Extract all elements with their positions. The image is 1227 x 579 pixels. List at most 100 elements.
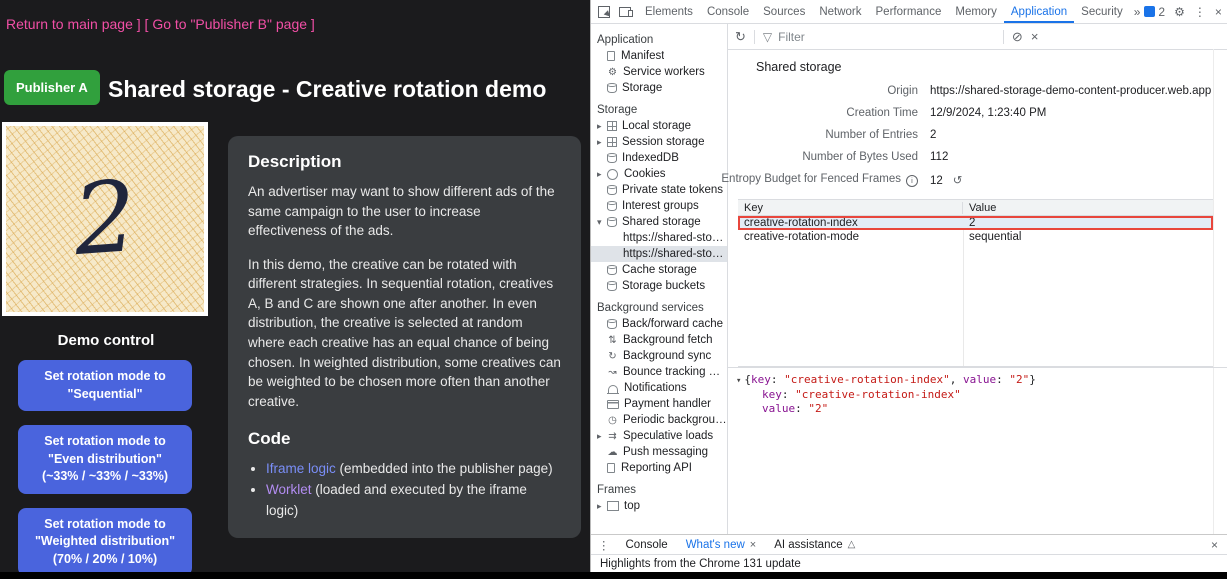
description-para-1: An advertiser may want to show different… [248, 182, 561, 241]
sidebar-item-speculative-loads[interactable]: ▸⇉Speculative loads [591, 428, 727, 444]
database-icon [607, 201, 617, 211]
close-tab-icon[interactable]: × [750, 539, 756, 551]
tab-performance[interactable]: Performance [869, 0, 949, 23]
set-weighted-distribution-button[interactable]: Set rotation mode to "Weighted distribut… [18, 508, 192, 573]
sidebar-item-private-state-tokens[interactable]: Private state tokens [591, 182, 727, 198]
sidebar-item-shared-storage-origin-2[interactable]: https://shared-storage… [591, 246, 727, 262]
database-icon [607, 185, 617, 195]
devtools-menu-kebab-icon[interactable]: ⋮ [1194, 5, 1206, 19]
more-tabs-icon[interactable]: » [1130, 5, 1145, 19]
chevron-collapsed-icon[interactable]: ▸ [597, 137, 607, 148]
top-navigation: Return to main page ] [ Go to "Publisher… [6, 16, 315, 32]
publisher-b-link[interactable]: Go to "Publisher B" page [152, 16, 307, 32]
funnel-icon: ▽ [763, 30, 772, 44]
delete-all-icon[interactable]: ⊘ [1012, 29, 1023, 45]
tab-application[interactable]: Application [1004, 0, 1074, 23]
creative-number: 2 [70, 168, 139, 270]
settings-gear-icon[interactable]: ⚙ [1174, 5, 1185, 19]
panel-title: Shared storage [728, 50, 1227, 76]
drawer-tab-ai-assistance[interactable]: AI assistance△ [765, 535, 864, 554]
inspect-element-icon[interactable] [598, 6, 610, 18]
issues-icon [1144, 6, 1155, 17]
chevron-collapsed-icon[interactable]: ▸ [597, 501, 607, 512]
chevron-collapsed-icon[interactable]: ▸ [597, 431, 607, 442]
sidebar-item-cache-storage[interactable]: Cache storage [591, 262, 727, 278]
tab-network[interactable]: Network [812, 0, 868, 23]
refresh-icon[interactable]: ↻ [735, 29, 746, 45]
column-header-key[interactable]: Key [738, 202, 963, 214]
tab-console[interactable]: Console [700, 0, 756, 23]
sidebar-item-storage-buckets[interactable]: Storage buckets [591, 278, 727, 294]
sidebar-item-push-messaging[interactable]: ☁Push messaging [591, 444, 727, 460]
sidebar-item-interest-groups[interactable]: Interest groups [591, 198, 727, 214]
storage-toolbar: ↻ ▽Filter ⊘ × [728, 24, 1227, 50]
device-toolbar-icon[interactable] [619, 7, 631, 17]
reset-budget-icon[interactable]: ↺ [953, 175, 963, 187]
ai-spark-icon: △ [848, 539, 856, 550]
chevron-collapsed-icon[interactable]: ▸ [597, 121, 607, 132]
preview-summary-line[interactable]: ▾{key: "creative-rotation-index", value:… [736, 373, 1219, 388]
sidebar-item-service-workers[interactable]: ⚙Service workers [591, 64, 727, 80]
tab-sources[interactable]: Sources [756, 0, 812, 23]
worklet-link[interactable]: Worklet [266, 482, 312, 497]
sidebar-item-frame-top[interactable]: ▸top [591, 498, 727, 514]
return-main-page-link[interactable]: Return to main page [6, 16, 133, 32]
chevron-expanded-icon[interactable]: ▾ [597, 217, 607, 228]
sidebar-item-payment-handler[interactable]: Payment handler [591, 396, 727, 412]
list-item: Worklet (loaded and executed by the ifra… [266, 480, 561, 522]
drawer-tab-console[interactable]: Console [617, 535, 677, 554]
cloud-icon: ☁ [607, 447, 618, 458]
sidebar-item-session-storage[interactable]: ▸Session storage [591, 134, 727, 150]
set-even-distribution-button[interactable]: Set rotation mode to "Even distribution"… [18, 425, 192, 494]
set-sequential-button[interactable]: Set rotation mode to "Sequential" [18, 360, 192, 411]
tab-elements[interactable]: Elements [638, 0, 700, 23]
cell-key: creative-rotation-index [738, 217, 963, 229]
chevron-collapsed-icon[interactable]: ▸ [597, 169, 607, 180]
sync-arrows-icon: ↻ [607, 351, 618, 362]
sidebar-item-back-forward-cache[interactable]: Back/forward cache [591, 316, 727, 332]
description-panel: Description An advertiser may want to sh… [228, 136, 581, 538]
sidebar-item-indexeddb[interactable]: IndexedDB [591, 150, 727, 166]
cell-value: 2 [963, 217, 1213, 229]
sidebar-item-shared-storage[interactable]: ▾Shared storage [591, 214, 727, 230]
sidebar-item-cookies[interactable]: ▸Cookies [591, 166, 727, 182]
drawer-menu-kebab-icon[interactable]: ⋮ [591, 538, 617, 552]
filter-input[interactable]: ▽Filter [763, 30, 995, 44]
meta-value-origin: https://shared-storage-demo-content-prod… [930, 85, 1213, 97]
demo-control-buttons: Set rotation mode to "Sequential" Set ro… [18, 360, 192, 572]
sidebar-item-storage[interactable]: Storage [591, 80, 727, 96]
iframe-logic-link[interactable]: Iframe logic [266, 461, 336, 476]
database-icon [607, 217, 617, 227]
sidebar-item-notifications[interactable]: Notifications [591, 380, 727, 396]
drawer-tab-whats-new[interactable]: What's new× [677, 535, 766, 554]
drawer-close-icon[interactable]: × [1202, 538, 1227, 552]
sidebar-item-manifest[interactable]: Manifest [591, 48, 727, 64]
delete-selected-icon[interactable]: × [1031, 29, 1039, 44]
sidebar-item-local-storage[interactable]: ▸Local storage [591, 118, 727, 134]
sidebar-item-periodic-background-sync[interactable]: ◷Periodic backgroun… [591, 412, 727, 428]
cell-key: creative-rotation-mode [738, 231, 963, 243]
sidebar-item-bounce-tracking[interactable]: ↝Bounce tracking miti… [591, 364, 727, 380]
sidebar-item-background-sync[interactable]: ↻Background sync [591, 348, 727, 364]
bell-icon [608, 385, 618, 393]
file-icon [607, 463, 615, 473]
tab-memory[interactable]: Memory [948, 0, 1004, 23]
tab-security[interactable]: Security [1074, 0, 1130, 23]
cell-value: sequential [963, 231, 1213, 243]
clock-icon: ◷ [607, 415, 618, 426]
issues-badge[interactable]: 2 [1144, 5, 1165, 19]
sidebar-item-shared-storage-origin-1[interactable]: https://shared-storage… [591, 230, 727, 246]
info-icon[interactable] [906, 175, 918, 187]
chevron-expanded-icon[interactable]: ▾ [736, 376, 741, 386]
column-header-value[interactable]: Value [963, 202, 1213, 214]
table-row-creative-rotation-mode[interactable]: creative-rotation-mode sequential [738, 230, 1213, 244]
meta-label-origin: Origin [887, 85, 918, 97]
sidebar-section-application: Application [591, 31, 727, 48]
database-icon [607, 319, 617, 329]
code-heading: Code [248, 429, 561, 449]
table-row-creative-rotation-index[interactable]: creative-rotation-index 2 [738, 216, 1213, 230]
sidebar-item-reporting-api[interactable]: Reporting API [591, 460, 727, 476]
table-icon [607, 137, 617, 147]
devtools-close-icon[interactable]: × [1215, 5, 1222, 19]
sidebar-item-background-fetch[interactable]: ⇅Background fetch [591, 332, 727, 348]
